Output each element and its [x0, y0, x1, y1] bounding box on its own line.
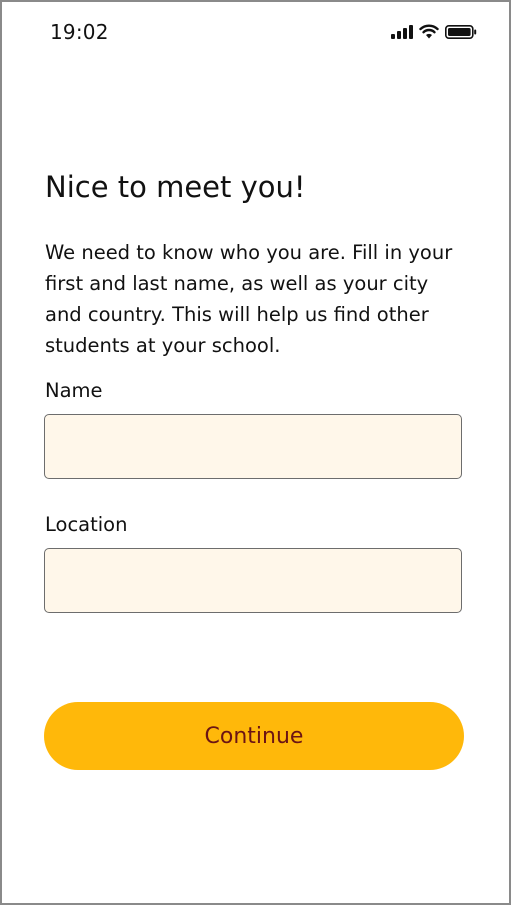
cellular-signal-icon	[391, 24, 413, 39]
status-time: 19:02	[50, 20, 109, 44]
name-label: Name	[45, 379, 103, 402]
continue-button[interactable]: Continue	[44, 702, 464, 770]
phone-screen: 19:02 Nice to meet you! We need to know …	[0, 0, 511, 905]
wifi-icon	[419, 24, 439, 39]
status-icons	[391, 24, 477, 39]
intro-text: We need to know who you are. Fill in you…	[45, 241, 453, 357]
battery-icon	[445, 24, 477, 39]
location-label: Location	[45, 513, 128, 536]
page-title: Nice to meet you!	[45, 170, 306, 204]
status-bar: 19:02	[2, 2, 509, 62]
name-input[interactable]	[44, 414, 462, 479]
location-input[interactable]	[44, 548, 462, 613]
